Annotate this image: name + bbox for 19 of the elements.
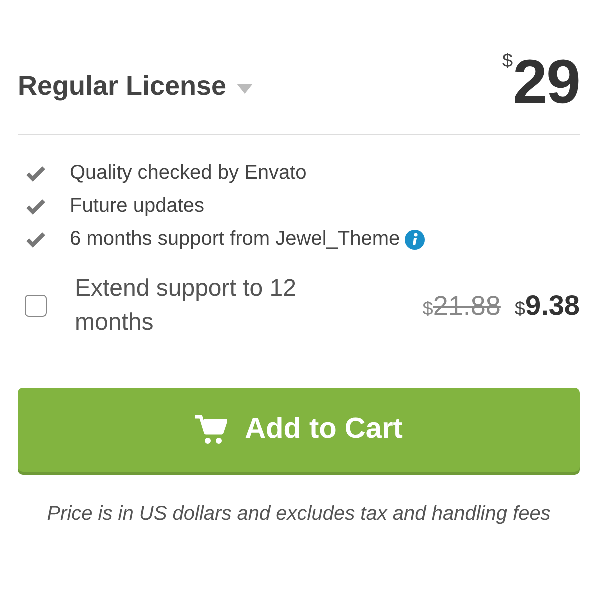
cart-icon — [195, 415, 228, 445]
currency-symbol: $ — [422, 298, 434, 322]
checkmark-icon — [26, 166, 46, 182]
currency-symbol: $ — [502, 52, 514, 71]
feature-text: Future updates — [70, 194, 205, 219]
price: 29 — [513, 52, 580, 114]
price-note: Price is in US dollars and excludes tax and handling fees — [46, 502, 552, 527]
info-icon[interactable] — [405, 230, 426, 250]
caret-icon[interactable] — [236, 84, 253, 94]
checkbox[interactable] — [25, 295, 47, 317]
checkmark-icon — [26, 198, 46, 214]
feature-text: 6 months support from Jewel_Theme — [70, 227, 400, 252]
extend-support-label: Extend support to 12 months — [75, 274, 298, 338]
old-price: 21.88 — [433, 290, 501, 323]
checkmark-icon — [26, 232, 46, 248]
feature-text: Quality checked by Envato — [70, 161, 307, 186]
currency-symbol: $ — [514, 298, 526, 322]
new-price: 9.38 — [526, 289, 580, 323]
license-title[interactable]: Regular License — [18, 66, 227, 106]
